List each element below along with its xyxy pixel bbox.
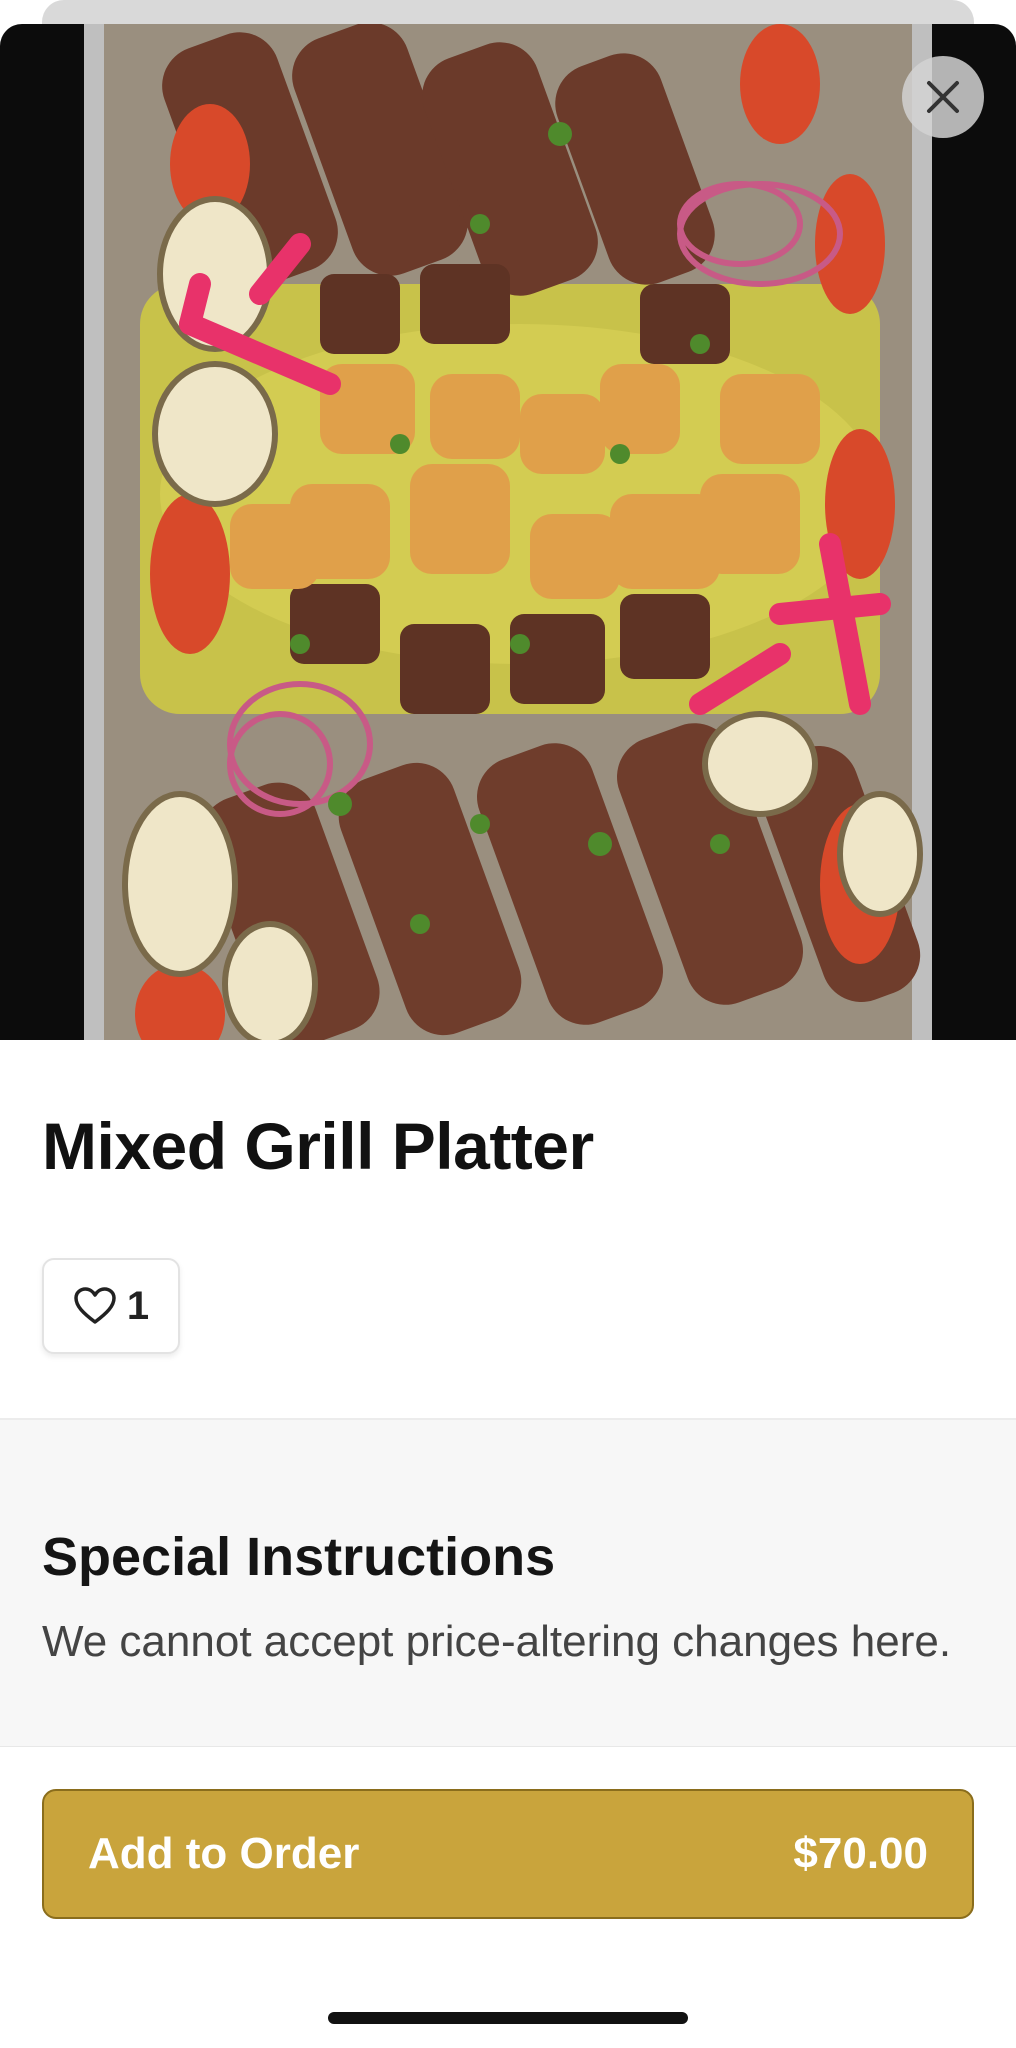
like-button[interactable]: 1 <box>42 1258 180 1354</box>
order-footer: Add to Order $70.00 <box>0 1746 1016 2048</box>
special-instructions-title: Special Instructions <box>42 1527 556 1587</box>
heart-icon <box>74 1287 116 1324</box>
close-icon <box>927 81 959 113</box>
special-instructions-section: Special Instructions We cannot accept pr… <box>0 1418 1016 1748</box>
like-count: 1 <box>126 1283 150 1328</box>
item-title: Mixed Grill Platter <box>42 1109 594 1183</box>
food-photo-icon <box>84 24 932 1040</box>
item-detail-sheet: Mixed Grill Platter 1 Special Instructio… <box>0 0 1016 2048</box>
add-to-order-label: Add to Order <box>88 1829 360 1878</box>
add-to-order-button[interactable]: Add to Order $70.00 <box>42 1789 974 1919</box>
item-price: $70.00 <box>793 1829 928 1878</box>
special-instructions-text: We cannot accept price-altering changes … <box>42 1617 952 1666</box>
close-button[interactable] <box>902 56 984 138</box>
home-indicator[interactable] <box>328 2012 688 2024</box>
item-photo <box>0 24 1016 1040</box>
